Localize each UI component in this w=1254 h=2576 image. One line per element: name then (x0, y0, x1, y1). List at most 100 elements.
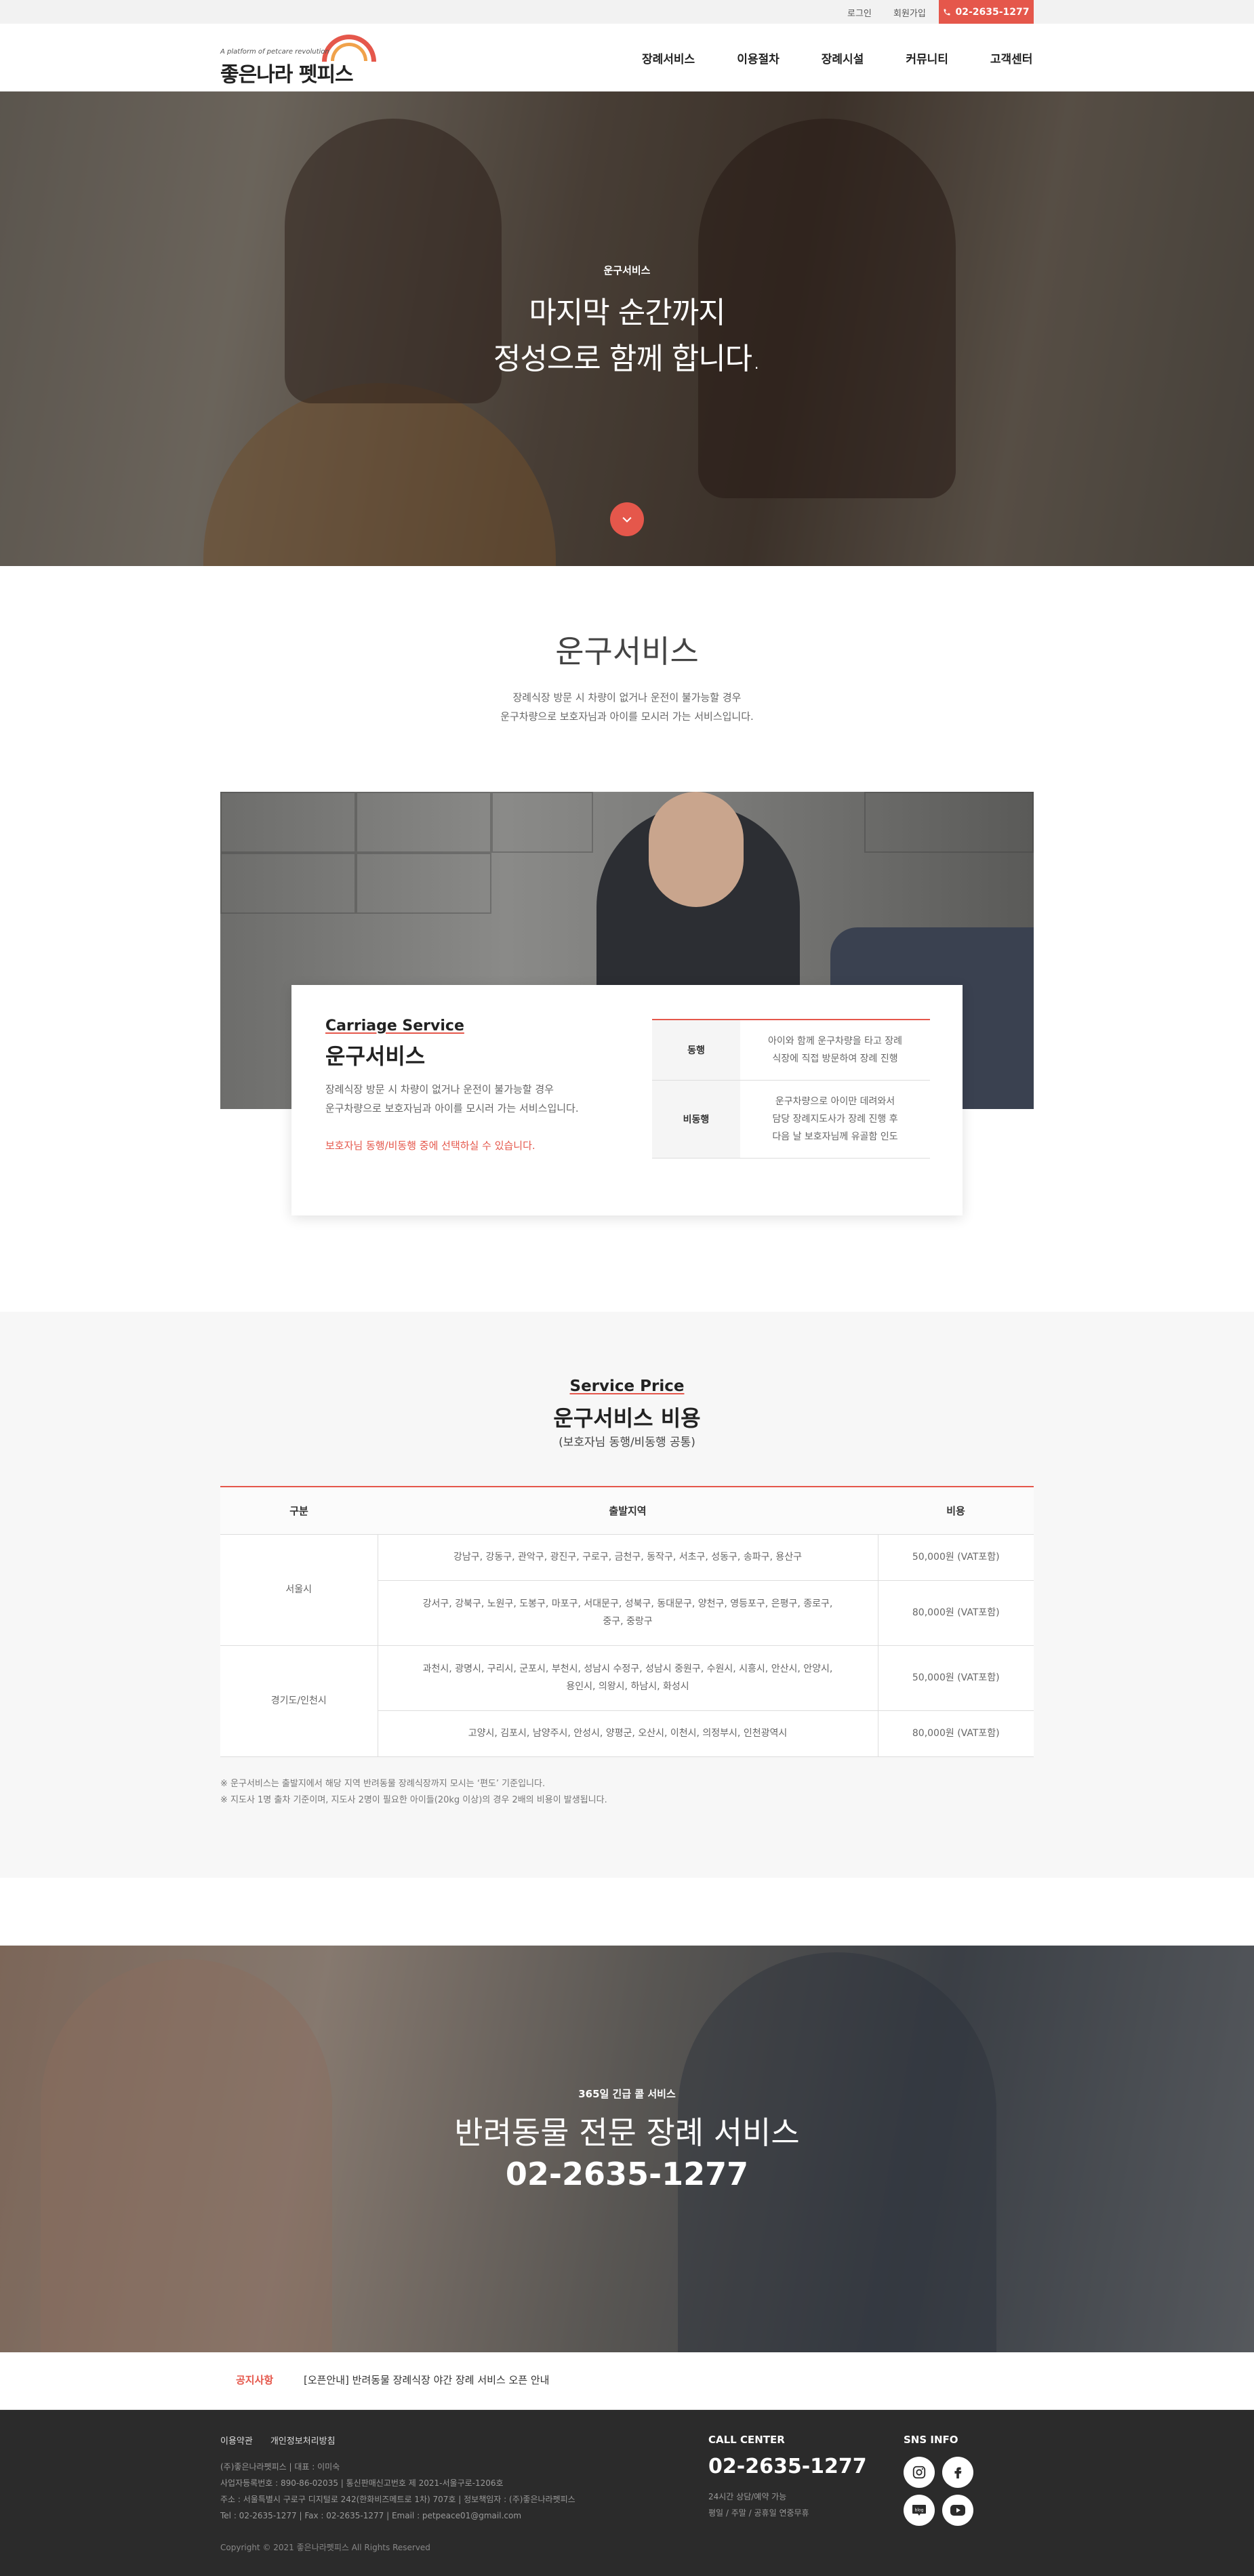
option-value-line: 운구차량으로 아이만 데려와서 (775, 1096, 895, 1107)
youtube-button[interactable] (942, 2495, 973, 2526)
option-value-line: 다음 날 보호자님께 유골함 인도 (772, 1131, 898, 1142)
site-logo[interactable]: A platform of petcare revolution 좋은나라 펫피… (220, 33, 383, 87)
cost-cell: 50,000원 (VAT포함) (877, 1534, 1034, 1581)
hero-headline-1: 마지막 순간까지 (529, 296, 725, 330)
facebook-icon (954, 2467, 962, 2479)
area-line: 용인시, 의왕시, 하남시, 화성시 (566, 1681, 689, 1692)
company-info-line: 주소 : 서울특별시 구로구 디지털로 242(한화비즈메트로 1차) 707호… (220, 2495, 575, 2504)
area-cell: 과천시, 광명시, 구리시, 군포시, 부천시, 성남시 수정구, 성남시 중원… (377, 1645, 878, 1711)
nav-customer-center[interactable]: 고객센터 (990, 49, 1033, 66)
hero-kicker: 운구서비스 (603, 264, 651, 277)
svg-text:blog: blog (915, 2508, 924, 2513)
company-info: (주)좋은나라펫피스 | 대표 : 이미숙 사업자등록번호 : 890-86-0… (220, 2459, 575, 2524)
option-value-line: 담당 장례지도사가 장례 진행 후 (772, 1114, 898, 1125)
area-cell: 고양시, 김포시, 남양주시, 안성시, 양평군, 오산시, 이천시, 의정부시… (377, 1710, 878, 1757)
wall-tile (491, 792, 593, 853)
area-cell: 강서구, 강북구, 노원구, 도봉구, 마포구, 서대문구, 성북구, 동대문구… (377, 1580, 878, 1646)
instagram-button[interactable] (904, 2457, 935, 2488)
signup-link[interactable]: 회원가입 (893, 6, 926, 19)
price-table-header: 구분 출발지역 비용 (220, 1487, 1034, 1535)
price-title-ko: 운구서비스 비용 (553, 1405, 701, 1431)
carriage-title-en: Carriage Service (325, 1018, 464, 1034)
nav-community[interactable]: 커뮤니티 (906, 49, 948, 66)
terms-link[interactable]: 이용약관 (220, 2434, 253, 2447)
intro-desc-line-1: 장례식장 방문 시 차량이 없거나 운전이 불가능할 경우 (512, 691, 742, 704)
carriage-desc-line-2: 운구차량으로 보호자님과 아이를 모시러 가는 서비스입니다. (325, 1102, 579, 1114)
hero-headline-2: 정성으로 함께 합니다. (493, 342, 761, 376)
notice-label[interactable]: 공지사항 (236, 2373, 273, 2387)
wall-tile (356, 792, 491, 853)
wall-tile (356, 853, 491, 914)
sns-label: SNS INFO (904, 2434, 958, 2446)
notice-link[interactable]: [오픈안내] 반려동물 장례식장 야간 장례 서비스 오픈 안내 (304, 2373, 549, 2387)
youtube-icon (950, 2505, 965, 2516)
area-cell: 강남구, 강동구, 관악구, 광진구, 구로구, 금천구, 동작구, 서초구, … (377, 1534, 878, 1581)
option-value-line: 아이와 함께 운구차량을 타고 장례 (767, 1036, 903, 1047)
region-cell: 경기도/인천시 (220, 1645, 378, 1757)
nav-facilities[interactable]: 장례시설 (822, 49, 864, 66)
price-note-2: ※ 지도사 1명 출차 기준이며, 지도사 2명이 필요한 아이들(20kg 이… (220, 1795, 607, 1805)
table-row: 경기도/인천시 과천시, 광명시, 구리시, 군포시, 부천시, 성남시 수정구… (220, 1645, 1034, 1757)
wall-tile (220, 792, 356, 853)
main-nav: 장례서비스 이용절차 장례시설 커뮤니티 고객센터 (624, 24, 1032, 92)
chevron-down-icon (622, 517, 632, 523)
blog-icon: blog (912, 2505, 926, 2516)
footer-links: 이용약관 개인정보처리방침 (220, 2434, 336, 2447)
nav-funeral-service[interactable]: 장례서비스 (642, 49, 695, 66)
instagram-icon (912, 2466, 926, 2479)
call-phone[interactable]: 02-2635-1277 (0, 2156, 1254, 2192)
carriage-description: 장례식장 방문 시 차량이 없거나 운전이 불가능할 경우 운구차량으로 보호자… (325, 1080, 579, 1118)
price-subtitle: (보호자님 동행/비동행 공통) (559, 1436, 695, 1449)
call-center-label: CALL CENTER (708, 2434, 785, 2446)
call-center-phone[interactable]: 02-2635-1277 (708, 2455, 867, 2478)
region-cell: 서울시 (220, 1534, 378, 1646)
carriage-note: 보호자님 동행/비동행 중에 선택하실 수 있습니다. (325, 1140, 535, 1152)
carriage-service-card: Carriage Service 운구서비스 장례식장 방문 시 차량이 없거나… (291, 985, 963, 1215)
scroll-down-button[interactable] (610, 502, 644, 536)
call-banner: 365일 긴급 콜 서비스 반려동물 전문 장례 서비스 02-2635-127… (0, 1946, 1254, 2352)
call-center-hours: 24시간 상담/예약 가능 평일 / 주말 / 공휴일 연중무휴 (708, 2489, 809, 2521)
top-bar: 로그인 회원가입 02-2635-1277 (0, 0, 1254, 24)
privacy-link[interactable]: 개인정보처리방침 (270, 2434, 336, 2447)
notice-bar: 공지사항 [오픈안내] 반려동물 장례식장 야간 장례 서비스 오픈 안내 (0, 2352, 1254, 2410)
hero-banner: 운구서비스 마지막 순간까지 정성으로 함께 합니다. (0, 92, 1254, 566)
carriage-title-ko: 운구서비스 (325, 1043, 426, 1069)
option-value: 운구차량으로 아이만 데려와서 담당 장례지도사가 장례 진행 후 다음 날 보… (740, 1081, 930, 1158)
call-title: 반려동물 전문 장례 서비스 (454, 2114, 800, 2151)
logo-tagline: A platform of petcare revolution (220, 48, 329, 56)
price-title-en-text: Service Price (569, 1377, 685, 1395)
nav-procedure[interactable]: 이용절차 (737, 49, 780, 66)
option-value-line: 식장에 직접 방문하여 장례 진행 (772, 1053, 898, 1064)
price-notes: ※ 운구서비스는 출발지에서 해당 지역 반려동물 장례식장까지 모시는 ‘편도… (220, 1776, 607, 1809)
company-info-line: Tel : 02-2635-1277 | Fax : 02-2635-1277 … (220, 2511, 522, 2520)
top-phone-number: 02-2635-1277 (955, 6, 1030, 18)
option-row-accompanied: 동행 아이와 함께 운구차량을 타고 장례 식장에 직접 방문하여 장례 진행 (652, 1020, 930, 1081)
phone-icon (944, 9, 950, 15)
facebook-button[interactable] (942, 2457, 973, 2488)
price-table: 구분 출발지역 비용 서울시 강남구, 강동구, 관악구, 광진구, 구로구, … (220, 1486, 1034, 1757)
photo-director-head (649, 792, 744, 907)
option-key: 동행 (652, 1020, 740, 1080)
col-cost: 비용 (878, 1487, 1034, 1535)
copyright: Copyright © 2021 좋은나라펫피스 All Rights Rese… (220, 2543, 430, 2552)
site-header: A platform of petcare revolution 좋은나라 펫피… (0, 24, 1254, 92)
call-kicker: 365일 긴급 콜 서비스 (578, 2088, 676, 2100)
wall-tile (864, 792, 1034, 853)
price-title-en: Service Price (0, 1377, 1254, 1395)
company-info-line: (주)좋은나라펫피스 | 대표 : 이미숙 (220, 2462, 340, 2472)
price-note-1: ※ 운구서비스는 출발지에서 해당 지역 반려동물 장례식장까지 모시는 ‘편도… (220, 1779, 546, 1789)
area-line: 강서구, 강북구, 노원구, 도봉구, 마포구, 서대문구, 성북구, 동대문구… (422, 1598, 833, 1609)
blog-button[interactable]: blog (904, 2495, 935, 2526)
site-footer: 이용약관 개인정보처리방침 (주)좋은나라펫피스 | 대표 : 이미숙 사업자등… (0, 2410, 1254, 2576)
logo-name: 좋은나라 펫피스 (220, 63, 354, 87)
area-line: 과천시, 광명시, 구리시, 군포시, 부천시, 성남시 수정구, 성남시 중원… (422, 1664, 833, 1674)
carriage-options-table: 동행 아이와 함께 운구차량을 타고 장례 식장에 직접 방문하여 장례 진행 … (652, 1019, 930, 1159)
table-row: 서울시 강남구, 강동구, 관악구, 광진구, 구로구, 금천구, 동작구, 서… (220, 1534, 1034, 1646)
hours-line: 24시간 상담/예약 가능 (708, 2492, 787, 2501)
login-link[interactable]: 로그인 (847, 6, 872, 19)
option-row-unaccompanied: 비동행 운구차량으로 아이만 데려와서 담당 장례지도사가 장례 진행 후 다음… (652, 1081, 930, 1159)
top-phone-button[interactable]: 02-2635-1277 (939, 0, 1034, 24)
wall-tile (220, 853, 356, 914)
option-key: 비동행 (652, 1081, 740, 1158)
col-departure: 출발지역 (378, 1487, 878, 1535)
